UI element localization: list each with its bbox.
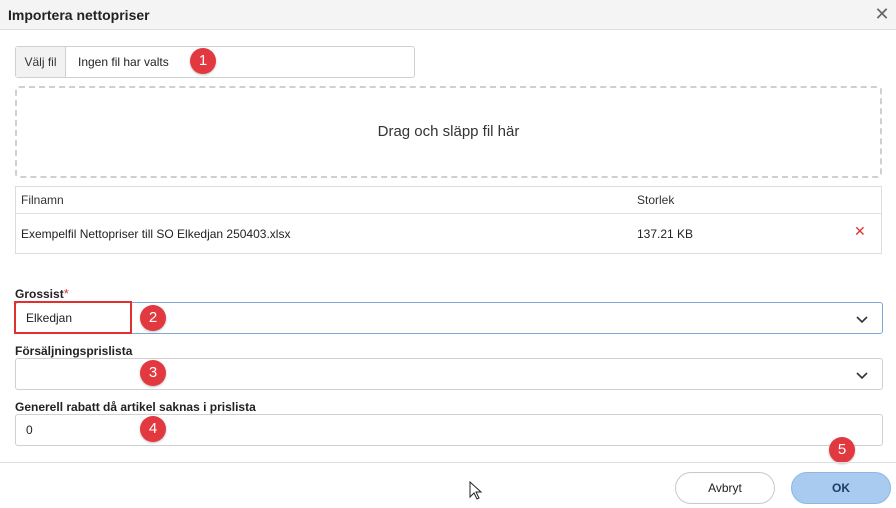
annotation-marker-3: 3	[140, 360, 166, 386]
mouse-cursor-icon	[469, 481, 483, 500]
table-divider	[16, 213, 881, 214]
cancel-button[interactable]: Avbryt	[675, 472, 775, 504]
column-header-filnamn: Filnamn	[21, 193, 64, 207]
rabatt-label: Generell rabatt då artikel saknas i pris…	[15, 400, 256, 414]
chevron-down-icon	[856, 372, 868, 380]
remove-icon[interactable]: ✕	[854, 223, 868, 240]
highlight-box	[14, 301, 132, 334]
annotation-marker-1: 1	[190, 48, 216, 74]
annotation-marker-5: 5	[829, 437, 855, 463]
ok-button[interactable]: OK	[791, 472, 891, 504]
file-name-cell: Exempelfil Nettopriser till SO Elkedjan …	[21, 227, 291, 241]
required-mark: *	[63, 286, 69, 301]
annotation-marker-2: 2	[140, 305, 166, 331]
choose-file-button[interactable]: Välj fil	[16, 47, 66, 77]
close-icon[interactable]: ✕	[872, 3, 892, 25]
selected-file-text: Ingen fil har valts	[78, 55, 169, 69]
grossist-label: Grossist*	[15, 286, 69, 301]
forsaljningsprislista-label: Försäljningsprislista	[15, 344, 133, 358]
file-table: Filnamn Storlek Exempelfil Nettopriser t…	[15, 186, 882, 254]
drop-zone[interactable]: Drag och släpp fil här	[15, 86, 882, 178]
footer-divider	[0, 462, 896, 463]
file-size-cell: 137.21 KB	[637, 227, 694, 241]
chevron-down-icon	[856, 316, 868, 324]
drop-zone-text: Drag och släpp fil här	[377, 123, 520, 140]
column-header-storlek: Storlek	[637, 193, 675, 207]
dialog-title: Importera nettopriser	[8, 7, 150, 23]
annotation-marker-4: 4	[140, 416, 166, 442]
